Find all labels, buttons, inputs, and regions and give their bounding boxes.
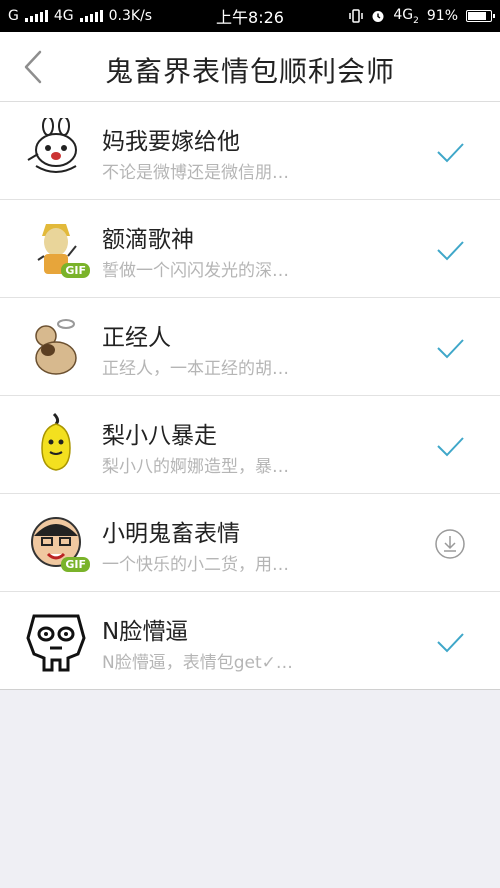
page-title: 鬼畜界表情包顺利会师 [104,55,395,88]
checkmark-icon[interactable] [434,626,466,658]
sticker-pack-list: 妈我要嫁给他 不论是微博还是微信朋… GIF 额滴歌神 誓做一个闪闪发光的深… [0,102,500,690]
serious-man-sticker-icon [35,319,77,375]
list-item[interactable]: GIF 额滴歌神 誓做一个闪闪发光的深… [0,200,500,298]
gif-badge: GIF [61,557,90,572]
pack-thumbnail: GIF [24,216,90,280]
checkmark-icon[interactable] [434,136,466,168]
alarm-icon [372,10,384,22]
bunny-sticker-icon [27,116,77,173]
pack-thumbnail [24,116,88,182]
pack-description: 不论是微博还是微信朋… [102,163,289,183]
vibrate-icon [349,9,364,23]
pack-title: N脸懵逼 [102,619,189,645]
battery-icon [466,9,495,22]
list-item[interactable]: N脸懵逼 N脸懵逼，表情包get✓… [0,592,500,690]
network-type: 4G [53,8,74,24]
pack-title: 妈我要嫁给他 [102,129,240,155]
pack-thumbnail [24,608,88,672]
pear-sticker-icon [41,412,71,471]
clock: 上午8:26 [216,8,284,27]
download-icon[interactable] [434,528,466,560]
checkmark-icon[interactable] [434,430,466,462]
checkmark-icon[interactable] [434,332,466,364]
network-speed: 0.3K/s [108,8,153,24]
pack-description: 梨小八的婀娜造型，暴… [102,457,289,477]
pack-title: 梨小八暴走 [102,423,217,449]
signal-icon-2 [79,10,103,22]
confused-face-sticker-icon [26,614,86,672]
gif-badge: GIF [61,263,90,278]
carrier-label: G [8,8,19,24]
list-item[interactable]: GIF 小明鬼畜表情 一个快乐的小二货，用… [0,494,500,592]
pack-description: 誓做一个闪闪发光的深… [102,261,289,281]
status-bar: G 4G 0.3K/s 上午8:26 4G2 91% [0,0,500,32]
nav-bar: 鬼畜界表情包顺利会师 [0,32,500,102]
battery-percent: 91% [426,7,458,24]
list-item[interactable]: 梨小八暴走 梨小八的婀娜造型，暴… [0,396,500,494]
pack-title: 额滴歌神 [102,227,194,253]
pack-thumbnail: GIF [24,510,90,574]
list-item[interactable]: 妈我要嫁给他 不论是微博还是微信朋… [0,102,500,200]
pack-thumbnail [24,314,88,378]
pack-title: 小明鬼畜表情 [102,521,240,547]
signal-icon [24,10,48,22]
pack-description: N脸懵逼，表情包get✓… [102,653,293,673]
pack-description: 一个快乐的小二货，用… [102,555,289,575]
list-item[interactable]: 正经人 正经人，一本正经的胡… [0,298,500,396]
network-type-right: 4G2 [393,6,419,26]
pack-thumbnail [24,412,88,476]
pack-title: 正经人 [102,325,171,351]
pack-description: 正经人，一本正经的胡… [102,359,289,379]
checkmark-icon[interactable] [434,234,466,266]
